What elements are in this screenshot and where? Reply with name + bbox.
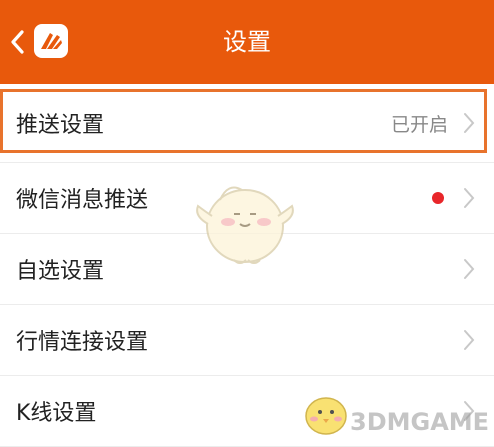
header-bar: 设置	[0, 0, 494, 84]
back-button[interactable]	[6, 28, 28, 56]
settings-item-push[interactable]: 推送设置 已开启	[0, 84, 494, 163]
chevron-left-icon	[11, 30, 24, 54]
page-title: 设置	[223, 28, 271, 56]
chevron-right-icon	[464, 188, 475, 208]
chevron-right-icon	[464, 113, 475, 133]
chevron-right-icon	[464, 401, 475, 421]
settings-item-wechat-push[interactable]: 微信消息推送	[0, 163, 494, 234]
settings-item-label: 微信消息推送	[16, 188, 149, 213]
red-dot-badge	[432, 192, 444, 204]
settings-item-market-connection[interactable]: 行情连接设置	[0, 305, 494, 376]
settings-item-watchlist[interactable]: 自选设置	[0, 234, 494, 305]
chevron-right-icon	[464, 259, 475, 279]
settings-item-label: 行情连接设置	[16, 330, 149, 355]
settings-item-label: 推送设置	[16, 113, 105, 138]
chevron-right-icon	[464, 330, 475, 350]
app-logo-icon	[34, 24, 68, 58]
settings-list: 推送设置 已开启 微信消息推送 自选设置 行情连接设置 K线设置	[0, 84, 494, 447]
settings-item-kline[interactable]: K线设置	[0, 376, 494, 447]
settings-item-value: 已开启	[390, 113, 448, 136]
settings-item-label: 自选设置	[16, 259, 105, 284]
settings-item-label: K线设置	[16, 401, 97, 426]
